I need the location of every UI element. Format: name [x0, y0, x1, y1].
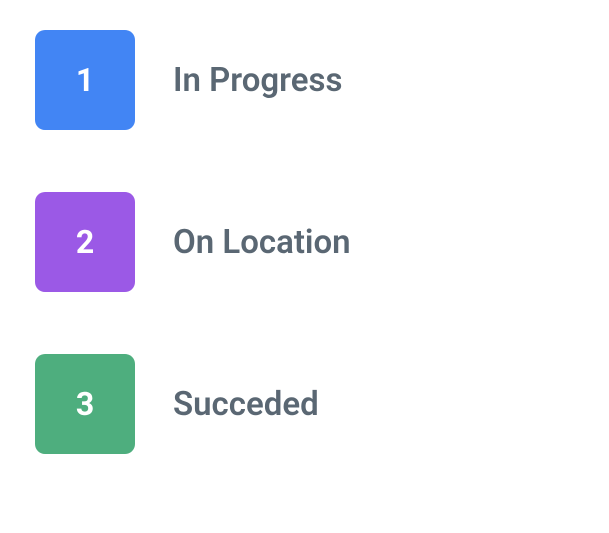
- step-item-in-progress[interactable]: 1 In Progress: [35, 30, 574, 130]
- step-item-succeeded[interactable]: 3 Succeded: [35, 354, 574, 454]
- step-label: Succeded: [173, 385, 319, 424]
- step-badge: 1: [35, 30, 135, 130]
- step-label: In Progress: [173, 61, 342, 100]
- step-badge: 2: [35, 192, 135, 292]
- step-number: 1: [76, 61, 94, 99]
- step-item-on-location[interactable]: 2 On Location: [35, 192, 574, 292]
- step-number: 3: [76, 385, 94, 423]
- step-badge: 3: [35, 354, 135, 454]
- step-label: On Location: [173, 223, 351, 262]
- step-list: 1 In Progress 2 On Location 3 Succeded: [35, 30, 574, 454]
- step-number: 2: [76, 223, 94, 261]
